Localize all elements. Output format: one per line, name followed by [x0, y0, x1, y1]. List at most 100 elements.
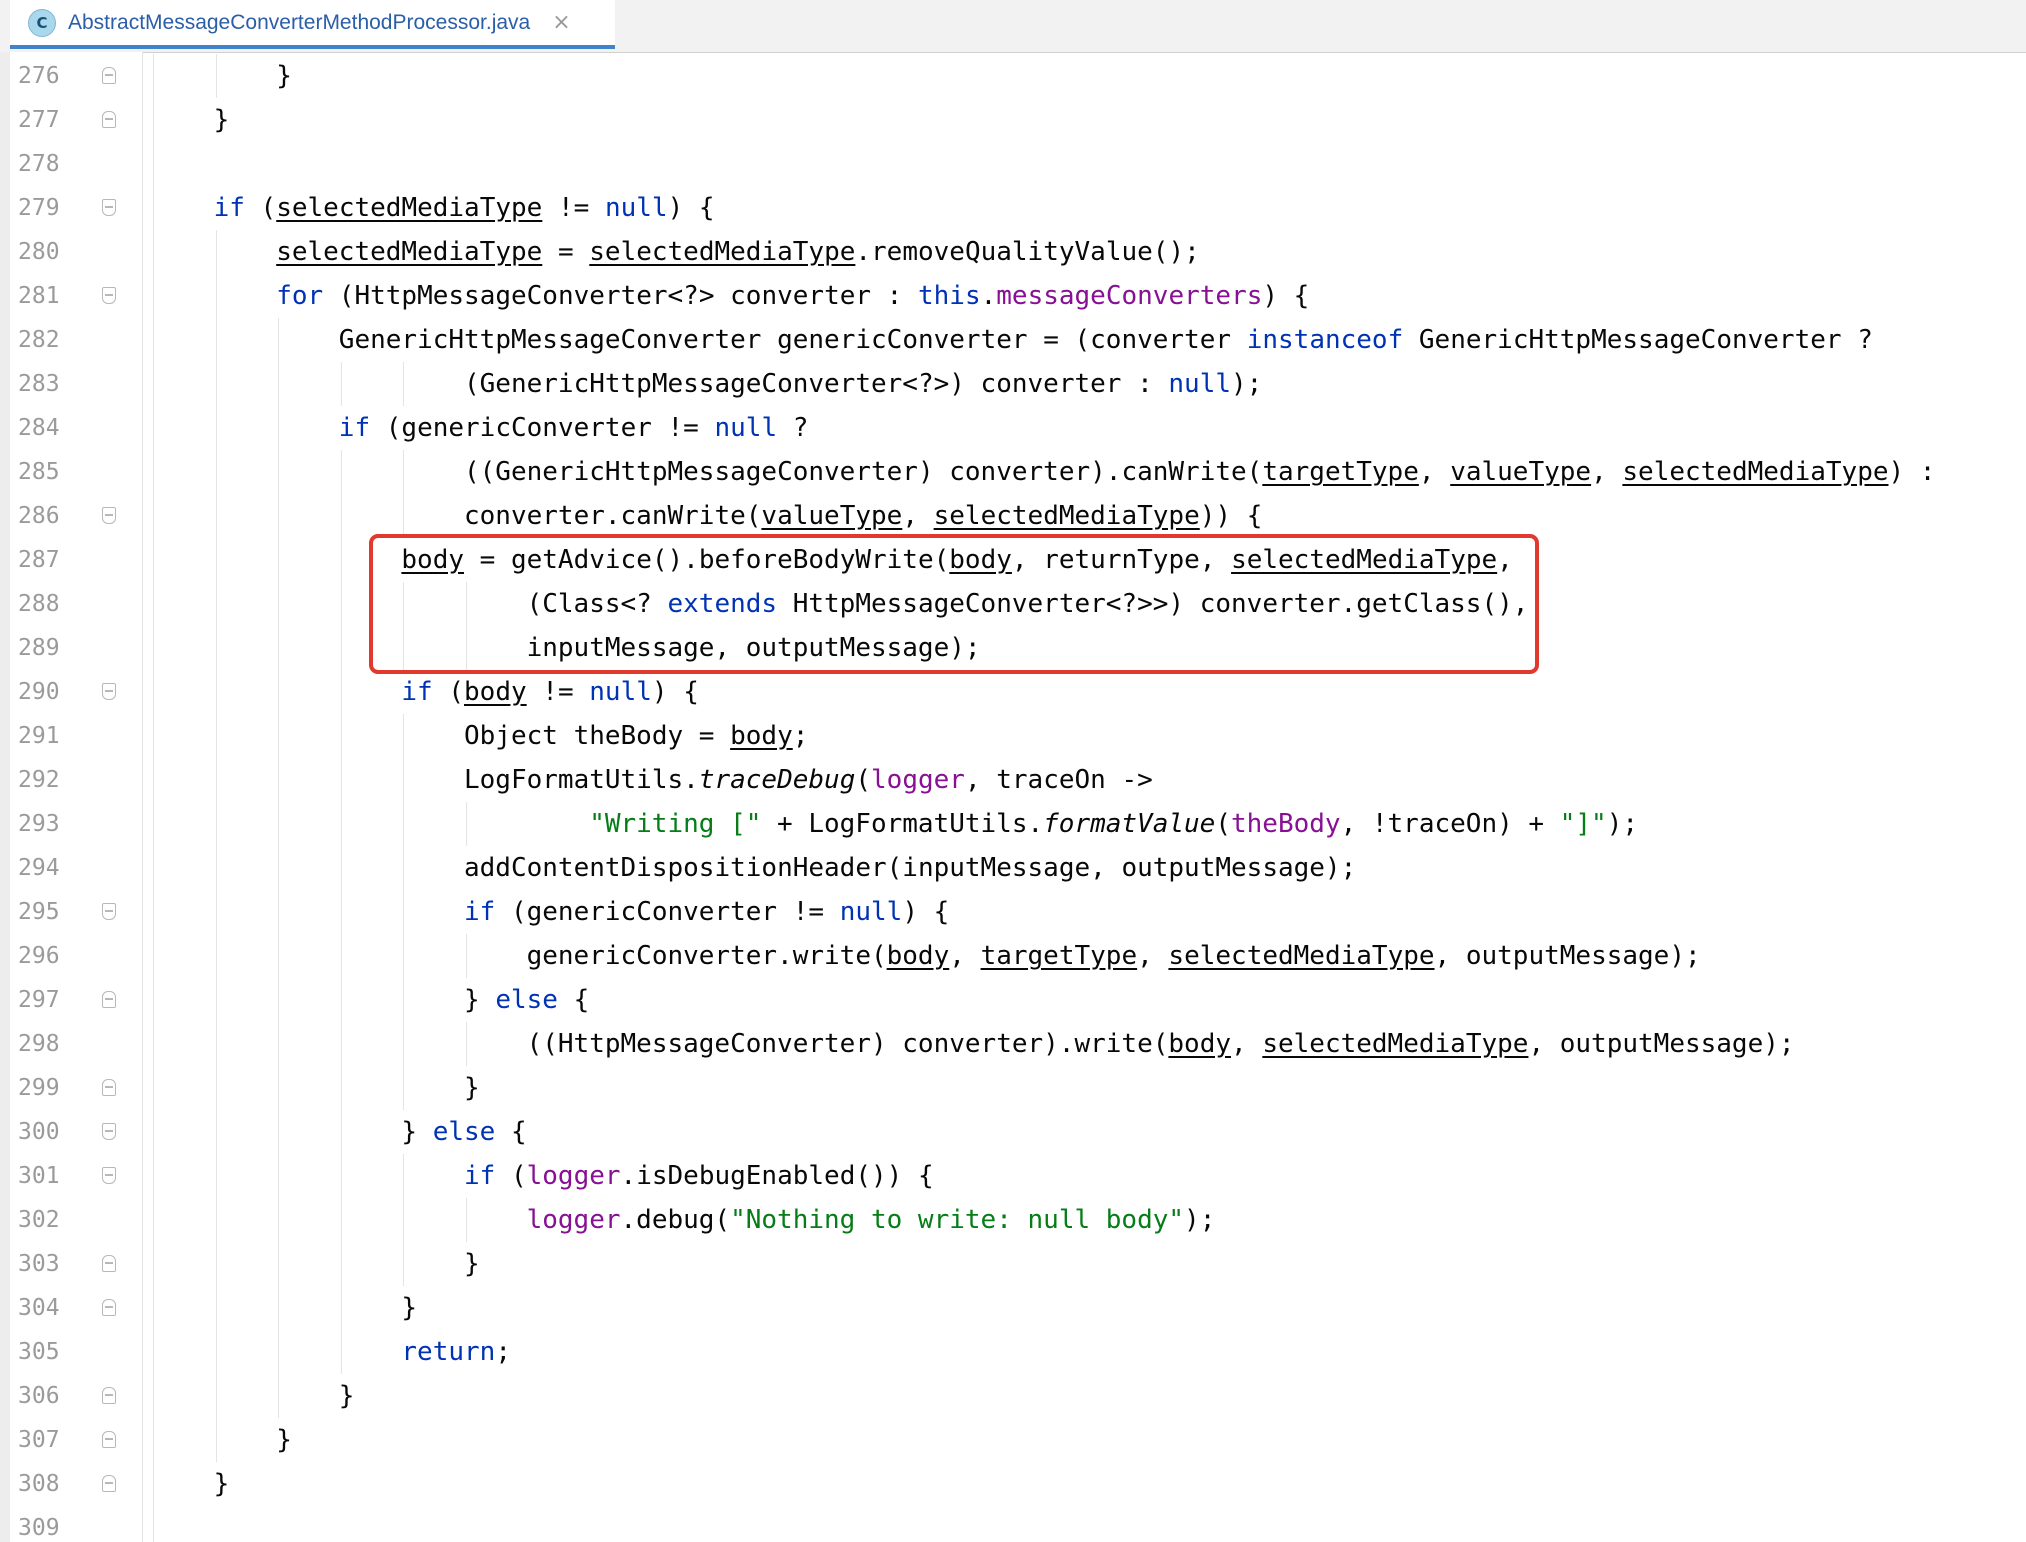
code-area[interactable]: }} if (selectedMediaType != null) {select…	[143, 52, 2026, 1542]
keyword-token: else	[432, 1117, 496, 1147]
keyword-token: for	[276, 281, 324, 311]
indent-guide	[278, 1022, 280, 1066]
line-number: 303	[18, 1251, 60, 1277]
code-token: body	[1168, 1029, 1232, 1059]
code-line[interactable]: } else {	[464, 978, 589, 1022]
line-number-gutter[interactable]: 276 277 278 279 280 281 282 283 284 285 286 287 288 2…	[10, 52, 143, 1542]
indent-guide	[340, 890, 342, 934]
code-line[interactable]: addContentDispositionHeader(inputMessage…	[464, 846, 1356, 890]
code-token: ,	[1418, 457, 1451, 487]
fold-collapse-icon[interactable]	[102, 683, 116, 700]
fold-end-icon[interactable]	[102, 991, 116, 1008]
indent-guide	[403, 1066, 405, 1110]
fold-end-icon[interactable]	[102, 67, 116, 84]
indent-guide	[215, 670, 217, 714]
indent-guide	[215, 54, 217, 98]
code-line[interactable]: }	[214, 98, 230, 142]
code-line[interactable]: if (genericConverter != null) {	[464, 890, 949, 934]
fold-collapse-icon[interactable]	[102, 199, 116, 216]
fold-end-icon[interactable]	[102, 1299, 116, 1316]
fold-end-icon[interactable]	[102, 111, 116, 128]
indent-guide	[278, 494, 280, 538]
line-number: 290	[18, 679, 60, 705]
code-line[interactable]: }	[339, 1374, 355, 1418]
indent-guide	[215, 846, 217, 890]
indent-guide	[153, 1374, 154, 1418]
line-number: 277	[18, 107, 60, 133]
code-line[interactable]: }	[464, 1242, 480, 1286]
indent-guide	[153, 1418, 154, 1462]
indent-guide	[215, 450, 217, 494]
fold-collapse-icon[interactable]	[102, 287, 116, 304]
indent-guide	[403, 934, 405, 978]
fold-end-icon[interactable]	[102, 1475, 116, 1492]
fold-collapse-icon[interactable]	[102, 903, 116, 920]
code-line[interactable]: ((GenericHttpMessageConverter) converter…	[464, 450, 1935, 494]
code-token: , outputMessage);	[1434, 941, 1701, 971]
indent-guide	[278, 1198, 280, 1242]
code-line[interactable]: genericConverter.write(body, targetType,…	[527, 934, 1701, 978]
code-line[interactable]: } else {	[401, 1110, 526, 1154]
field-token: logger	[526, 1205, 621, 1235]
line-number: 279	[18, 195, 60, 221]
code-token: );	[1184, 1205, 1216, 1235]
code-line[interactable]: (GenericHttpMessageConverter<?>) convert…	[464, 362, 1262, 406]
fold-collapse-icon[interactable]	[102, 507, 116, 524]
indent-guide	[278, 670, 280, 714]
fold-end-icon[interactable]	[102, 1387, 116, 1404]
fold-collapse-icon[interactable]	[102, 1167, 116, 1184]
code-line[interactable]: selectedMediaType = selectedMediaType.re…	[276, 230, 1200, 274]
gutter-line: 287	[10, 538, 142, 582]
gutter-line: 302	[10, 1198, 142, 1242]
fold-end-icon[interactable]	[102, 1431, 116, 1448]
close-tab-icon[interactable]: ×	[552, 10, 570, 35]
indent-guide	[215, 318, 217, 362]
code-line[interactable]: "Writing [" + LogFormatUtils.formatValue…	[589, 802, 1638, 846]
line-number: 299	[18, 1075, 60, 1101]
code-line[interactable]: if (logger.isDebugEnabled()) {	[464, 1154, 934, 1198]
indent-guide	[340, 714, 342, 758]
gutter-line: 309	[10, 1506, 142, 1542]
indent-guide	[215, 1286, 217, 1330]
code-token: ,	[949, 941, 981, 971]
code-token: .isDebugEnabled()) {	[620, 1161, 934, 1191]
indent-guide	[403, 978, 405, 1022]
code-line[interactable]: Object theBody = body;	[464, 714, 808, 758]
fold-end-icon[interactable]	[102, 1079, 116, 1096]
code-line[interactable]: logger.debug("Nothing to write: null bod…	[527, 1198, 1216, 1242]
indent-guide	[278, 1330, 280, 1374]
code-token: {	[495, 1117, 527, 1147]
code-line[interactable]: if (selectedMediaType != null) {	[214, 186, 715, 230]
indent-guide	[153, 318, 154, 362]
indent-guide	[278, 1286, 280, 1330]
code-line[interactable]: for (HttpMessageConverter<?> converter :…	[276, 274, 1309, 318]
code-line[interactable]: }	[276, 54, 292, 98]
code-line[interactable]: }	[464, 1066, 480, 1110]
indent-guide	[153, 362, 154, 406]
code-line[interactable]: }	[276, 1418, 292, 1462]
indent-guide	[215, 1330, 217, 1374]
indent-guide	[153, 230, 154, 274]
fold-end-icon[interactable]	[102, 1255, 116, 1272]
code-line[interactable]: converter.canWrite(valueType, selectedMe…	[464, 494, 1262, 538]
code-token: selectedMediaType	[1168, 941, 1435, 971]
code-line[interactable]: }	[214, 1462, 230, 1506]
code-line[interactable]: if (body != null) {	[401, 670, 698, 714]
fold-collapse-icon[interactable]	[102, 1123, 116, 1140]
code-line[interactable]: if (genericConverter != null ?	[339, 406, 809, 450]
keyword-token: if	[213, 193, 245, 223]
line-number: 289	[18, 635, 60, 661]
code-line[interactable]: LogFormatUtils.traceDebug(logger, traceO…	[464, 758, 1153, 802]
line-number: 308	[18, 1471, 60, 1497]
indent-guide	[340, 802, 342, 846]
code-line[interactable]: GenericHttpMessageConverter genericConve…	[339, 318, 1873, 362]
code-line[interactable]: ((HttpMessageConverter) converter).write…	[527, 1022, 1795, 1066]
string-token: "Writing ["	[589, 809, 762, 839]
indent-guide	[340, 1330, 342, 1374]
editor-tab-active[interactable]: C AbstractMessageConverterMethodProcesso…	[10, 0, 615, 49]
indent-guide	[278, 714, 280, 758]
code-line[interactable]: }	[401, 1286, 417, 1330]
code-line[interactable]: return;	[401, 1330, 511, 1374]
code-token: targetType	[980, 941, 1138, 971]
keyword-token: null	[589, 677, 652, 707]
